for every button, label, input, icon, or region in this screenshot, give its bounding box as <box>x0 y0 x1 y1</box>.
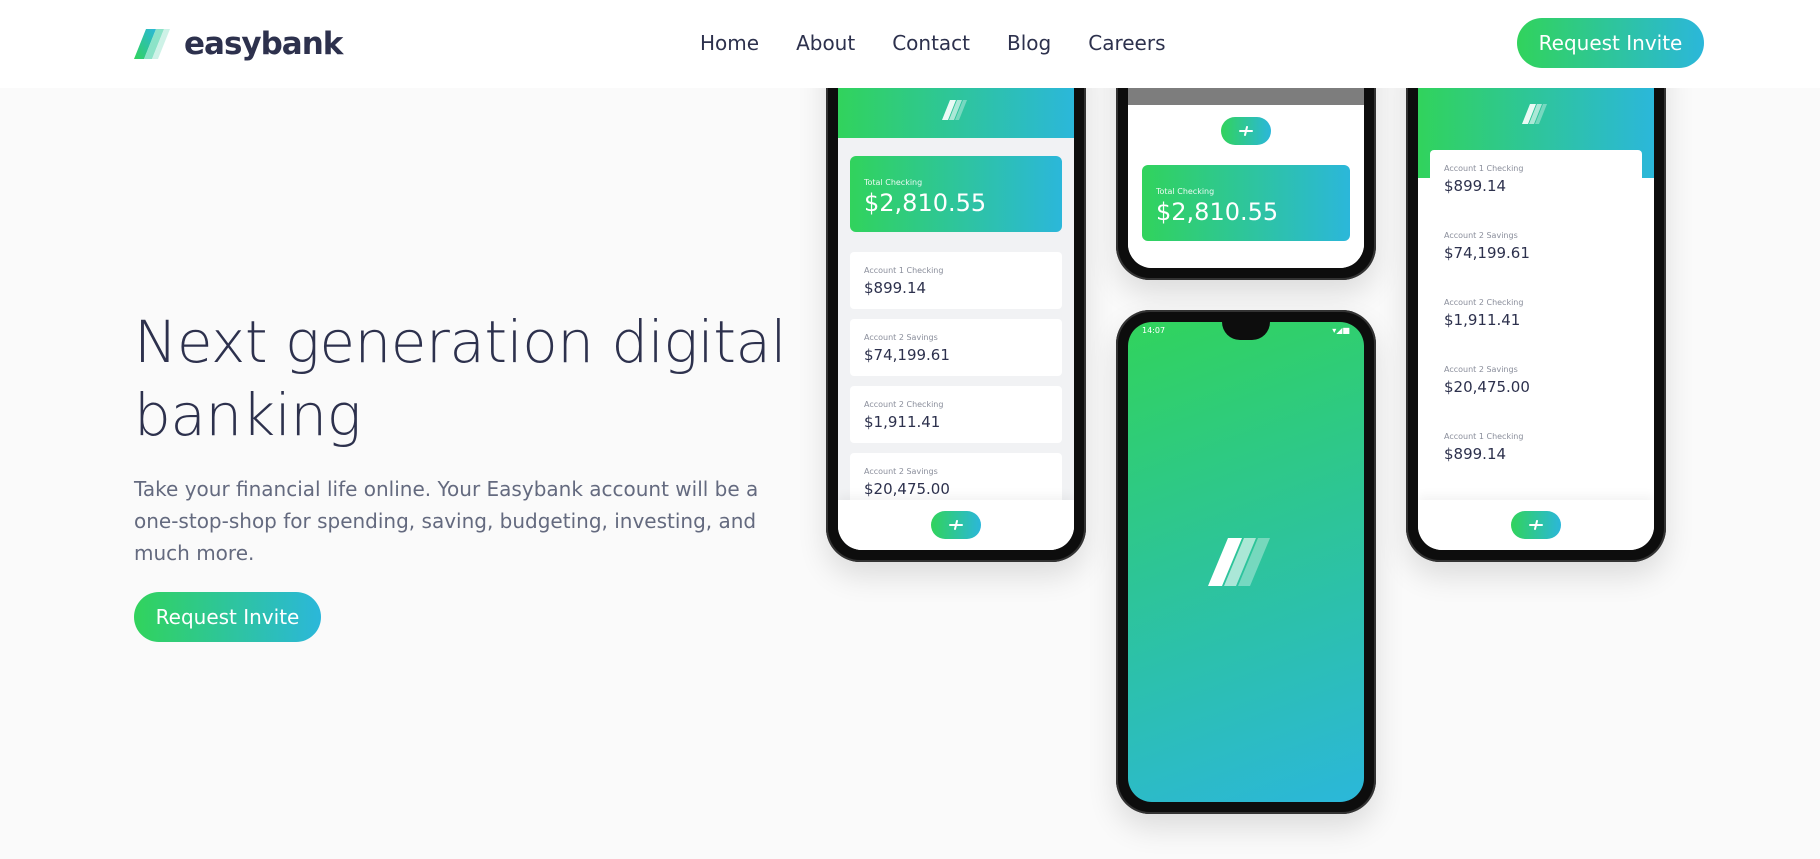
accounts-list: Account 1 Checking $899.14 Account 2 Sav… <box>1430 150 1642 475</box>
nav-careers[interactable]: Careers <box>1088 28 1165 58</box>
phone-mockup-middle-bottom: 14:07 ▾◢■ <box>1116 310 1376 814</box>
account-label: Account 1 Checking <box>1444 164 1524 173</box>
sheet: Total Checking $2,810.55 <box>1128 105 1364 268</box>
account-card: Account 1 Checking $899.14 <box>850 252 1062 309</box>
app-bottombar <box>1418 500 1654 550</box>
account-label: Account 2 Savings <box>1444 365 1518 374</box>
account-amount: $899.14 <box>864 279 927 297</box>
app-logo-icon <box>942 100 967 120</box>
phone-screen: 14:07 ▾◢■ <box>1128 322 1364 802</box>
total-amount: $2,810.55 <box>1156 198 1279 226</box>
account-amount: $20,475.00 <box>1444 378 1530 396</box>
plus-icon <box>1239 126 1253 136</box>
request-invite-button-hero[interactable]: Request Invite <box>134 592 321 642</box>
hero-title: Next generation digital banking <box>134 308 787 449</box>
total-checking-card: Total Checking $2,810.55 <box>1142 165 1350 241</box>
total-label: Total Checking <box>1156 187 1215 196</box>
hero-description: Take your financial life online. Your Ea… <box>134 477 759 565</box>
account-card: Account 1 Checking $899.14 <box>1430 150 1642 207</box>
account-amount: $20,475.00 <box>864 480 950 498</box>
account-label: Account 2 Savings <box>864 333 938 342</box>
account-label: Account 1 Checking <box>1444 432 1524 441</box>
nav-contact[interactable]: Contact <box>892 28 970 58</box>
account-card: Account 2 Savings $20,475.00 <box>1430 351 1642 408</box>
account-amount: $74,199.61 <box>1444 244 1530 262</box>
account-label: Account 2 Checking <box>1444 298 1524 307</box>
accounts-list: Total Checking $2,810.55 Account 1 Check… <box>838 138 1074 550</box>
splash <box>1128 322 1364 802</box>
request-invite-button-header[interactable]: Request Invite <box>1517 18 1704 68</box>
app-logo-icon <box>1522 104 1547 124</box>
account-amount: $1,911.41 <box>864 413 941 431</box>
logo[interactable]: easybank <box>134 26 343 62</box>
account-label: Account 2 Checking <box>864 400 944 409</box>
phone-screen: Account 1 Checking $899.14 Account 2 Sav… <box>1418 42 1654 550</box>
account-card: Account 2 Checking $1,911.41 <box>850 386 1062 443</box>
total-label: Total Checking <box>864 178 923 187</box>
logo-text: easybank <box>184 26 343 62</box>
account-card: Account 2 Checking $1,911.41 <box>1430 284 1642 341</box>
app-bottombar <box>838 500 1074 550</box>
plus-icon <box>1529 520 1543 530</box>
total-amount: $2,810.55 <box>864 189 987 217</box>
add-button[interactable] <box>931 511 981 539</box>
account-amount: $899.14 <box>1444 445 1507 463</box>
account-label: Account 1 Checking <box>864 266 944 275</box>
account-amount: $899.14 <box>1444 177 1507 195</box>
total-checking-card: Total Checking $2,810.55 <box>850 156 1062 232</box>
account-label: Account 2 Savings <box>864 467 938 476</box>
nav-about[interactable]: About <box>796 28 855 58</box>
add-button[interactable] <box>1221 117 1271 145</box>
account-card: Account 1 Checking $899.14 <box>1430 418 1642 475</box>
app-logo-icon <box>1208 538 1270 586</box>
phone-screen: Total Checking $2,810.55 Account 1 Check… <box>838 42 1074 550</box>
account-card: Account 2 Savings $74,199.61 <box>850 319 1062 376</box>
account-amount: $74,199.61 <box>864 346 950 364</box>
main-nav: Home About Contact Blog Careers <box>700 28 1166 58</box>
logo-icon <box>134 29 170 59</box>
account-card: Account 2 Savings $74,199.61 <box>1430 217 1642 274</box>
site-header: easybank Home About Contact Blog Careers… <box>0 0 1820 88</box>
account-label: Account 2 Savings <box>1444 231 1518 240</box>
nav-blog[interactable]: Blog <box>1007 28 1051 58</box>
nav-home[interactable]: Home <box>700 28 759 58</box>
account-amount: $1,911.41 <box>1444 311 1521 329</box>
phone-mockup-left: Total Checking $2,810.55 Account 1 Check… <box>826 30 1086 562</box>
phone-mockup-right: Account 1 Checking $899.14 Account 2 Sav… <box>1406 30 1666 562</box>
plus-icon <box>949 520 963 530</box>
add-button[interactable] <box>1511 511 1561 539</box>
